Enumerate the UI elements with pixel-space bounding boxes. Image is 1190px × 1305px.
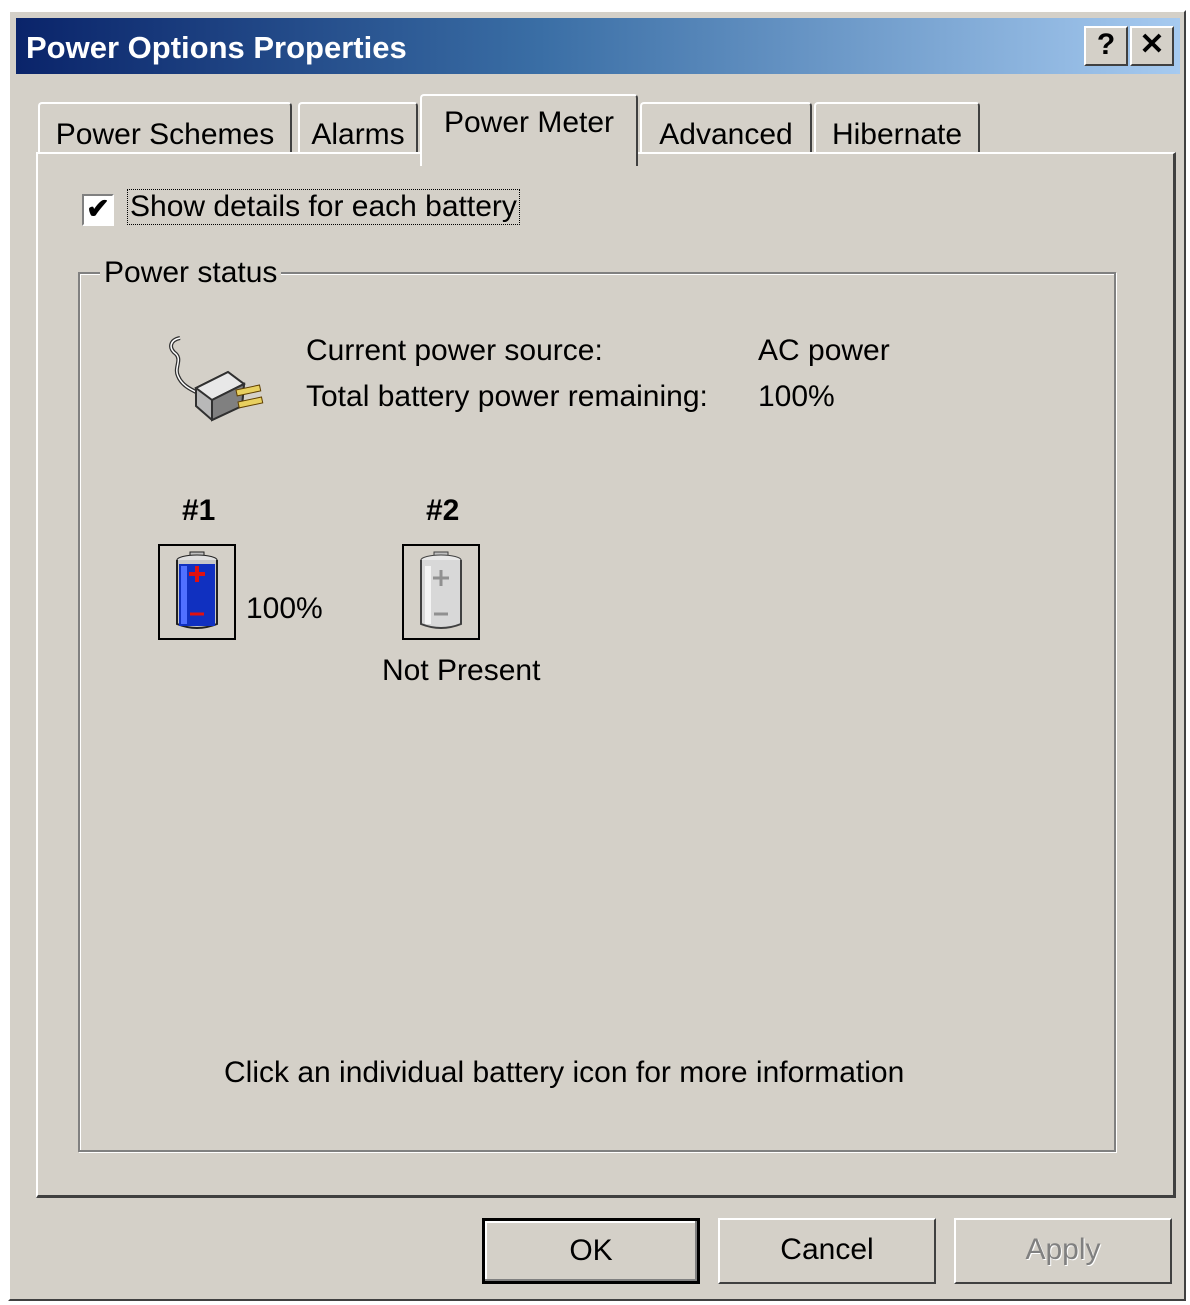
tab-label: Alarms bbox=[311, 118, 405, 151]
window-title: Power Options Properties bbox=[26, 30, 407, 65]
apply-button[interactable]: Apply bbox=[954, 1218, 1172, 1284]
ok-button[interactable]: OK bbox=[482, 1218, 700, 1284]
battery-1-button[interactable] bbox=[158, 544, 236, 640]
power-meter-panel: ✔ Show details for each battery Power st… bbox=[36, 152, 1176, 1198]
power-source-value: AC power bbox=[758, 334, 890, 367]
help-button[interactable]: ? bbox=[1084, 26, 1128, 66]
help-icon: ? bbox=[1096, 28, 1116, 61]
checkmark-icon: ✔ bbox=[86, 193, 110, 224]
battery-remaining-value: 100% bbox=[758, 380, 835, 413]
tab-label: Power Schemes bbox=[55, 118, 275, 151]
battery-1-number: #1 bbox=[182, 494, 216, 527]
ok-label: OK bbox=[569, 1234, 613, 1267]
tab-power-meter[interactable]: Power Meter bbox=[420, 94, 638, 166]
tab-label: Power Meter bbox=[443, 106, 615, 139]
battery-2-button[interactable] bbox=[402, 544, 480, 640]
tab-label: Advanced bbox=[659, 118, 793, 151]
battery-not-present-icon bbox=[420, 551, 462, 629]
show-details-checkbox[interactable]: ✔ bbox=[82, 194, 114, 226]
battery-2-number: #2 bbox=[426, 494, 460, 527]
cancel-button[interactable]: Cancel bbox=[718, 1218, 936, 1284]
battery-remaining-label: Total battery power remaining: bbox=[306, 380, 708, 413]
power-options-dialog: Power Options Properties ? ✕ Power Schem… bbox=[8, 10, 1186, 1301]
battery-1-status: 100% bbox=[246, 592, 323, 625]
cancel-label: Cancel bbox=[780, 1233, 874, 1266]
battery-info-hint: Click an individual battery icon for mor… bbox=[224, 1056, 905, 1089]
close-icon: ✕ bbox=[1139, 28, 1165, 61]
power-status-group: Power status Current power source: AC po… bbox=[78, 256, 1116, 1152]
apply-label: Apply bbox=[1025, 1233, 1101, 1266]
tab-label: Hibernate bbox=[831, 118, 963, 151]
battery-full-icon bbox=[176, 551, 218, 629]
power-source-label: Current power source: bbox=[306, 334, 603, 367]
close-button[interactable]: ✕ bbox=[1130, 26, 1174, 66]
title-bar[interactable]: Power Options Properties ? ✕ bbox=[16, 18, 1180, 74]
show-details-label[interactable]: Show details for each battery bbox=[127, 189, 520, 225]
ac-plug-icon bbox=[169, 336, 264, 422]
battery-2-status: Not Present bbox=[382, 654, 541, 687]
group-title: Power status bbox=[100, 256, 282, 290]
